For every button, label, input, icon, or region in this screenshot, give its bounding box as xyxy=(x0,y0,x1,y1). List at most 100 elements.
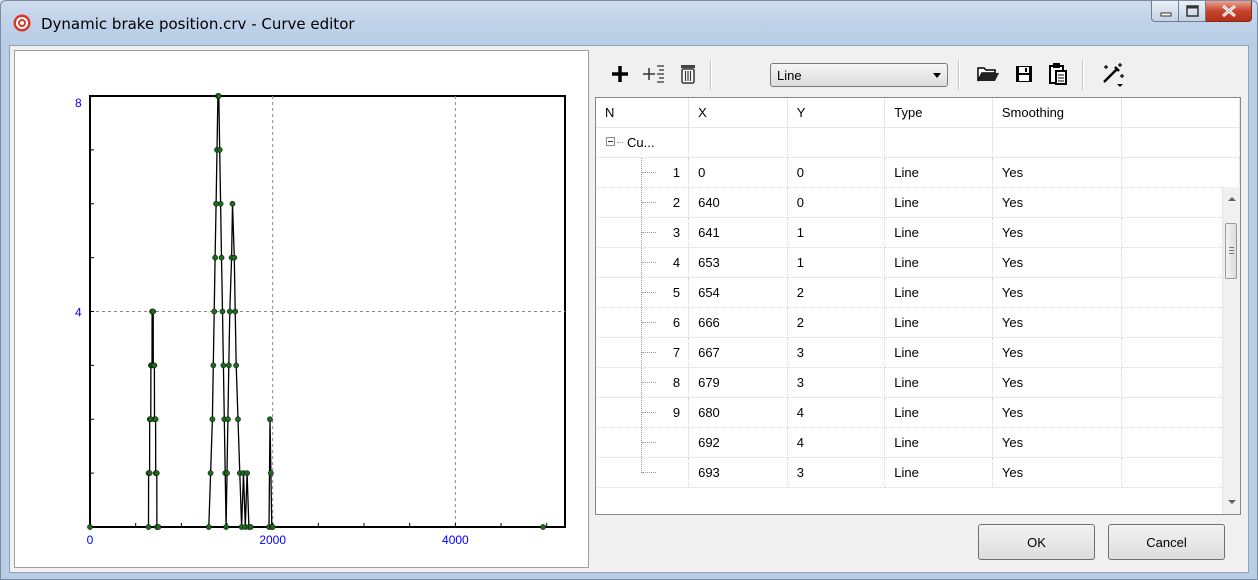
cell-smoothing[interactable]: Yes xyxy=(992,457,1122,488)
table-row[interactable]: 7 667 3 Line Yes xyxy=(596,337,1240,368)
cell-x[interactable]: 666 xyxy=(688,307,788,338)
table-row[interactable]: 9 680 4 Line Yes xyxy=(596,397,1240,428)
cell-smoothing[interactable]: Yes xyxy=(992,277,1122,308)
minimize-button[interactable] xyxy=(1151,1,1179,22)
magic-wand-icon xyxy=(1103,63,1124,87)
curve-point xyxy=(232,308,239,315)
cell-x[interactable]: 693 xyxy=(688,457,788,488)
cell-y[interactable]: 3 xyxy=(787,367,886,398)
row-number: 2 xyxy=(672,195,681,210)
cell-smoothing[interactable]: Yes xyxy=(992,187,1122,218)
collapse-icon[interactable] xyxy=(606,137,615,146)
cell-x[interactable]: 654 xyxy=(688,277,788,308)
table-row[interactable]: 4 653 1 Line Yes xyxy=(596,247,1240,278)
point-type-select[interactable]: Line xyxy=(770,63,948,87)
cell-x[interactable]: 679 xyxy=(688,367,788,398)
delete-icon xyxy=(681,65,695,84)
cell-x[interactable]: 653 xyxy=(688,247,788,278)
cell-type[interactable]: Line xyxy=(884,187,993,218)
cell-type[interactable]: Line xyxy=(884,247,993,278)
curve-point xyxy=(211,308,218,315)
cell-type[interactable]: Line xyxy=(884,217,993,248)
magic-tools-button[interactable] xyxy=(1098,60,1126,88)
cell-y[interactable]: 3 xyxy=(787,457,886,488)
add-icon xyxy=(612,66,628,82)
scroll-thumb[interactable] xyxy=(1225,223,1237,279)
cell-y[interactable]: 1 xyxy=(787,217,886,248)
cell-y[interactable]: 4 xyxy=(787,427,886,458)
cell-x[interactable]: 667 xyxy=(688,337,788,368)
cell-smoothing[interactable]: Yes xyxy=(992,427,1122,458)
table-row[interactable]: 692 4 Line Yes xyxy=(596,427,1240,458)
table-row[interactable]: 6 666 2 Line Yes xyxy=(596,307,1240,338)
cell-y[interactable]: 2 xyxy=(787,307,886,338)
cell-x[interactable]: 680 xyxy=(688,397,788,428)
curve-point xyxy=(151,362,158,369)
cell-type[interactable]: Line xyxy=(884,397,993,428)
cell-type[interactable]: Line xyxy=(884,427,993,458)
vertical-scrollbar[interactable] xyxy=(1222,187,1240,514)
scroll-down-icon[interactable] xyxy=(1228,500,1236,504)
client-area: 8 4 0 2000 4000 Line N X Y Type Smoothin… xyxy=(9,45,1249,573)
cell-y[interactable]: 4 xyxy=(787,397,886,428)
cell-y[interactable]: 0 xyxy=(787,187,886,218)
column-header-smoothing[interactable]: Smoothing xyxy=(992,98,1122,128)
cell-y[interactable]: 1 xyxy=(787,247,886,278)
curve-point xyxy=(225,362,232,369)
maximize-button[interactable] xyxy=(1179,1,1206,22)
delete-point-button[interactable] xyxy=(674,60,702,88)
ok-button[interactable]: OK xyxy=(978,524,1095,560)
cell-x[interactable]: 692 xyxy=(688,427,788,458)
column-header-type[interactable]: Type xyxy=(884,98,993,128)
curve-point xyxy=(223,524,229,530)
curve-point xyxy=(205,524,212,530)
cell-smoothing[interactable]: Yes xyxy=(992,217,1122,248)
table-row[interactable]: 8 679 3 Line Yes xyxy=(596,367,1240,398)
column-header-n[interactable]: N xyxy=(596,98,690,128)
cell-type[interactable]: Line xyxy=(884,367,993,398)
table-row[interactable]: 2 640 0 Line Yes xyxy=(596,187,1240,218)
cancel-button[interactable]: Cancel xyxy=(1108,524,1225,560)
cell-smoothing[interactable]: Yes xyxy=(992,247,1122,278)
insert-point-button[interactable] xyxy=(640,60,668,88)
scroll-up-icon[interactable] xyxy=(1228,197,1236,201)
cell-y[interactable]: 3 xyxy=(787,337,886,368)
y-tick-label: 8 xyxy=(75,96,82,110)
curve-chart[interactable]: 8 4 0 2000 4000 xyxy=(14,50,589,568)
open-button[interactable] xyxy=(974,60,1002,88)
cell-type[interactable]: Line xyxy=(884,277,993,308)
cell-y[interactable]: 2 xyxy=(787,277,886,308)
points-table[interactable]: N X Y Type Smoothing Cu... 1 0 0 Line Ye… xyxy=(595,97,1241,515)
title-bar[interactable]: Dynamic brake position.crv - Curve edito… xyxy=(1,1,1257,45)
column-header-x[interactable]: X xyxy=(688,98,788,128)
cell-smoothing[interactable]: Yes xyxy=(992,157,1122,188)
row-number: 5 xyxy=(672,285,681,300)
app-icon xyxy=(13,14,31,32)
cell-type[interactable]: Line xyxy=(884,157,993,188)
save-button[interactable] xyxy=(1010,60,1038,88)
cell-type[interactable]: Line xyxy=(884,307,993,338)
cell-type[interactable]: Line xyxy=(884,337,993,368)
table-row[interactable]: 3 641 1 Line Yes xyxy=(596,217,1240,248)
curve-point xyxy=(231,254,238,261)
table-row[interactable]: 5 654 2 Line Yes xyxy=(596,277,1240,308)
cell-smoothing[interactable]: Yes xyxy=(992,307,1122,338)
cell-type[interactable]: Line xyxy=(884,457,993,488)
add-point-button[interactable] xyxy=(606,60,634,88)
cell-x[interactable]: 640 xyxy=(688,187,788,218)
paste-button[interactable] xyxy=(1044,60,1072,88)
cell-x[interactable]: 0 xyxy=(688,157,788,188)
cell-smoothing[interactable]: Yes xyxy=(992,337,1122,368)
column-header-y[interactable]: Y xyxy=(787,98,886,128)
table-row[interactable]: 1 0 0 Line Yes xyxy=(596,157,1240,188)
close-button[interactable] xyxy=(1206,1,1252,22)
table-row[interactable]: 693 3 Line Yes xyxy=(596,457,1240,488)
cell-x[interactable]: 641 xyxy=(688,217,788,248)
cell-smoothing[interactable]: Yes xyxy=(992,397,1122,428)
cell-smoothing[interactable]: Yes xyxy=(992,367,1122,398)
curve-root-row[interactable]: Cu... xyxy=(596,127,1240,158)
curve-point xyxy=(152,416,159,423)
row-number: 3 xyxy=(672,225,681,240)
curve-point xyxy=(146,470,153,476)
cell-y[interactable]: 0 xyxy=(787,157,886,188)
